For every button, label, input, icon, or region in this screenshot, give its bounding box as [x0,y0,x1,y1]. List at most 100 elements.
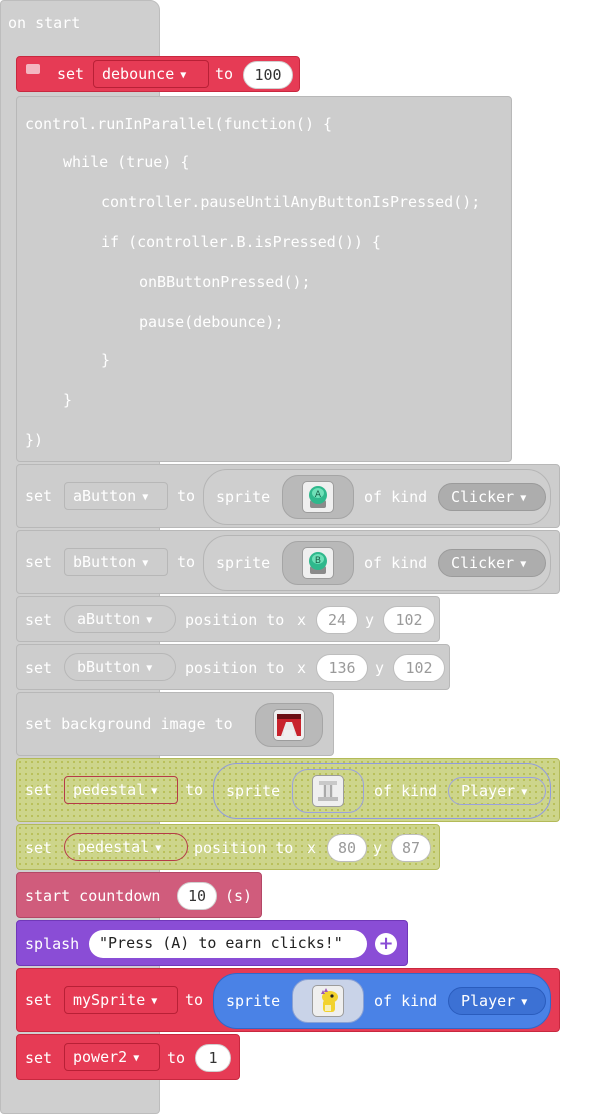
sprite-of-kind-block[interactable]: sprite B of kind Clicker ▼ [203,535,551,591]
seconds-unit-label: (s) [225,887,253,905]
start-countdown-block[interactable]: start countdown 10 (s) [16,872,262,918]
splash-text-input[interactable]: "Press (A) to earn clicks!" [89,930,367,958]
set-keyword: set [25,553,53,571]
code-line-1: control.runInParallel(function() { [25,115,333,133]
y-value-input[interactable]: 102 [383,606,435,634]
set-abutton-sprite-block[interactable]: set aButton ▼ to sprite A of kind Clicker… [16,464,560,528]
code-line-5: onBButtonPressed(); [139,273,311,291]
sprite-of-kind-block[interactable]: sprite of kind Player ▼ [213,973,551,1029]
x-label: x [297,659,307,677]
set-keyword: set [25,991,53,1009]
y-value-input[interactable]: 87 [391,834,431,862]
set-background-image-block[interactable]: set background image to [16,692,334,756]
of-kind-keyword: of kind [364,488,428,506]
sprite-image-picker[interactable]: A [282,475,354,519]
pedestal-sprite-icon [312,775,344,807]
set-keyword: set [25,839,53,857]
a-button-sprite-icon: A [302,481,334,513]
sprite-of-kind-block[interactable]: sprite A of kind Clicker ▼ [203,469,551,525]
of-kind-keyword: of kind [374,782,438,800]
set-abutton-position-block[interactable]: set aButton ▼ position to x 24 y 102 [16,596,440,642]
to-keyword: to [185,991,204,1009]
set-power2-block[interactable]: set power2 ▼ to 1 [16,1034,240,1080]
code-line-2: while (true) { [63,153,190,171]
sprite-of-kind-block[interactable]: sprite of kind Player ▼ [213,763,551,819]
abutton-variable-dropdown[interactable]: aButton ▼ [64,482,168,510]
on-start-label: on start [8,14,81,32]
set-keyword: set [25,611,53,629]
to-keyword: to [177,553,196,571]
pedestal-variable-dropdown[interactable]: pedestal ▼ [64,776,178,804]
set-mysprite-sprite-block[interactable]: set mySprite ▼ to sprite of kind Player ▼ [16,968,560,1032]
set-debounce-block[interactable]: set debounce ▼ to 100 [16,56,300,92]
kind-dropdown[interactable]: Player ▼ [448,987,546,1015]
pedestal-variable-dropdown[interactable]: pedestal ▼ [64,833,188,861]
to-keyword: to [167,1049,186,1067]
bbutton-variable-dropdown[interactable]: bButton ▼ [64,548,168,576]
splash-block[interactable]: splash "Press (A) to earn clicks!" + [16,920,408,966]
start-countdown-label: start countdown [25,887,161,905]
set-keyword: set [25,1049,53,1067]
position-to-keyword: position to [194,839,294,857]
abutton-variable-dropdown[interactable]: aButton ▼ [64,605,176,633]
chevron-down-icon: ▼ [180,70,187,81]
y-label: y [365,611,375,629]
sprite-image-picker[interactable]: B [282,541,354,585]
set-bbutton-position-block[interactable]: set bButton ▼ position to x 136 y 102 [16,644,450,690]
to-keyword: to [177,487,196,505]
mysprite-variable-dropdown[interactable]: mySprite ▼ [64,986,178,1014]
of-kind-keyword: of kind [374,992,438,1010]
power2-variable-dropdown[interactable]: power2 ▼ [64,1043,160,1071]
set-background-image-label: set background image to [25,715,233,733]
chevron-down-icon: ▼ [155,843,162,854]
y-value-input[interactable]: 102 [393,654,445,682]
sprite-image-picker[interactable] [292,979,364,1023]
chevron-down-icon: ▼ [521,997,528,1008]
splash-label: splash [25,935,80,953]
x-label: x [307,839,317,857]
sprite-keyword: sprite [216,488,271,506]
dinosaur-sprite-icon [312,985,344,1017]
chevron-down-icon: ▼ [151,786,158,797]
countdown-seconds-input[interactable]: 10 [177,882,217,910]
bbutton-variable-dropdown[interactable]: bButton ▼ [64,653,176,681]
x-value-input[interactable]: 136 [316,654,368,682]
background-image-thumbnail [273,709,305,741]
x-value-input[interactable]: 80 [327,834,367,862]
code-line-3: controller.pauseUntilAnyButtonIsPressed(… [101,193,481,211]
set-pedestal-position-block[interactable]: set pedestal ▼ position to x 80 y 87 [16,824,440,870]
y-label: y [373,839,383,857]
code-line-9: }) [25,431,44,449]
set-keyword: set [25,781,53,799]
comment-icon[interactable] [26,64,40,74]
svg-text:B: B [315,556,321,566]
of-kind-keyword: of kind [364,554,428,572]
set-bbutton-sprite-block[interactable]: set bButton ▼ to sprite B of kind Clicker… [16,530,560,594]
set-keyword: set [25,487,53,505]
to-keyword: to [185,781,204,799]
chevron-down-icon: ▼ [146,615,153,626]
sprite-image-picker[interactable] [292,769,364,813]
x-value-input[interactable]: 24 [316,606,358,634]
debounce-value-input[interactable]: 100 [243,61,293,89]
svg-text:A: A [315,490,322,500]
chevron-down-icon: ▼ [142,558,149,569]
debounce-variable-dropdown[interactable]: debounce ▼ [93,60,209,88]
kind-dropdown[interactable]: Clicker ▼ [438,483,546,511]
kind-dropdown[interactable]: Player ▼ [448,777,546,805]
sprite-keyword: sprite [226,992,281,1010]
code-line-7: } [101,351,111,369]
chevron-down-icon: ▼ [521,787,528,798]
position-to-keyword: position to [185,611,285,629]
set-pedestal-sprite-block[interactable]: set pedestal ▼ to sprite of kind Player ▼ [16,758,560,822]
power2-value-input[interactable]: 1 [195,1044,231,1072]
kind-dropdown[interactable]: Clicker ▼ [438,549,546,577]
y-label: y [375,659,385,677]
add-parameter-icon[interactable]: + [375,933,397,955]
b-button-sprite-icon: B [302,547,334,579]
javascript-code-block[interactable]: control.runInParallel(function() { while… [16,96,512,462]
position-to-keyword: position to [185,659,285,677]
code-line-6: pause(debounce); [139,313,284,331]
background-image-picker[interactable] [255,703,323,747]
sprite-keyword: sprite [216,554,271,572]
